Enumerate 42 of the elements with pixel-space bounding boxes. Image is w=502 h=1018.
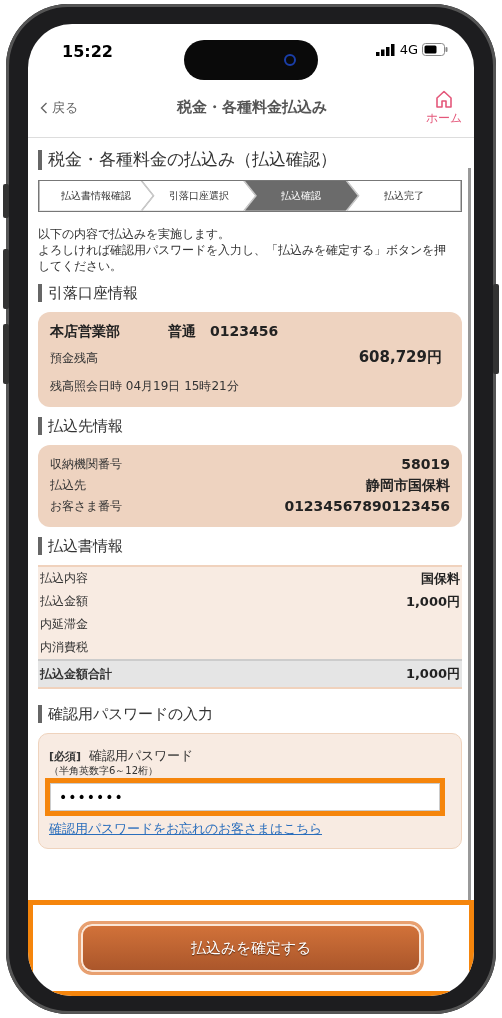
section-heading: 払込先情報 [38, 416, 462, 435]
total-label: 払込金額合計 [40, 665, 112, 683]
instruction-text: 以下の内容で払込みを実施します。 [38, 225, 231, 242]
network-label: 4G [399, 41, 418, 59]
branch-name: 本店営業部 [50, 322, 120, 342]
field-value: 01234567890123456 [284, 496, 450, 516]
scrollbar[interactable] [468, 168, 471, 900]
inquiry-datetime: 残高照会日時 04月19日 15時21分 [50, 378, 239, 393]
field-label: 払込金額 [40, 593, 88, 611]
section-heading: 確認用パスワードの入力 [38, 704, 462, 723]
forgot-password-link[interactable]: 確認用パスワードをお忘れのお客さまはこちら [49, 821, 322, 837]
hint-text: （半角英数字6～12桁） [49, 764, 160, 779]
section-heading: 払込書情報 [38, 536, 462, 555]
field-label: 内延滞金 [40, 616, 88, 634]
balance-value: 608,729円 [358, 347, 442, 369]
page-heading: 税金・各種料金の払込み（払込確認） [38, 150, 462, 170]
field-label: 収納機関番号 [50, 456, 122, 474]
clock-time: 15:22 [62, 41, 113, 63]
confirm-button[interactable]: 払込みを確定する [78, 921, 424, 975]
field-label: お客さま番号 [50, 498, 122, 516]
home-icon [434, 88, 454, 109]
required-label: [必須] [49, 748, 82, 765]
field-label: 払込先 [50, 477, 86, 495]
section-heading: 引落口座情報 [38, 284, 462, 303]
password-field[interactable]: ••••••• [50, 783, 440, 812]
field-value: 国保料 [421, 569, 460, 588]
field-label: 預金残高 [50, 349, 98, 367]
battery-icon [422, 43, 448, 57]
total-value: 1,000円 [405, 665, 460, 684]
field-label: 払込内容 [40, 570, 88, 588]
screen-title: 税金・各種料金払込み [177, 97, 327, 119]
instruction-text: よろしければ確認用パスワードを入力し、「払込みを確定する」ボタンを押してください。 [38, 242, 447, 275]
field-label: 内消費税 [40, 639, 88, 657]
signal-icon [375, 43, 396, 56]
field-value: 静岡市国保料 [366, 475, 450, 495]
chevron-left-icon [40, 101, 48, 114]
home-button[interactable]: ホーム [426, 88, 462, 127]
field-value: 58019 [401, 454, 450, 474]
back-link[interactable]: 戻る [40, 97, 78, 118]
field-value: 1,000円 [405, 592, 460, 611]
field-label: 確認用パスワード [89, 746, 194, 765]
account-number: 普通 0123456 [168, 322, 279, 342]
